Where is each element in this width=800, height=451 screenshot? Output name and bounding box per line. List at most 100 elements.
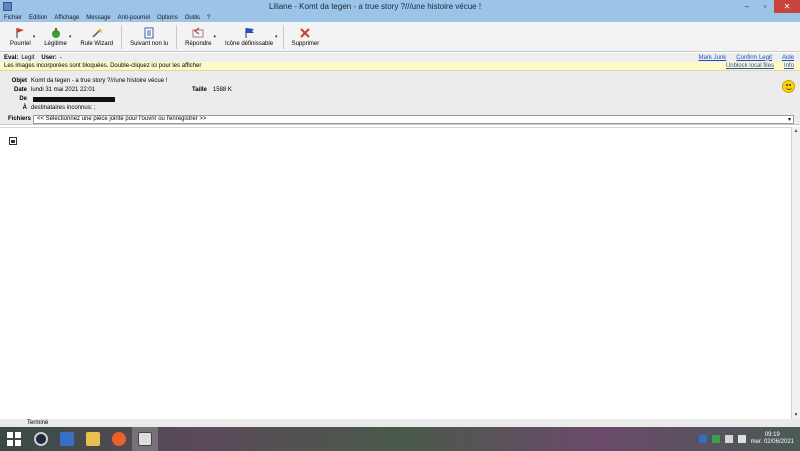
toolbar: Pourriel ▾ Légitime ▾ Rule Wizard Suivan… [0, 22, 800, 52]
flag-icon [243, 27, 255, 39]
mark-junk-link[interactable]: Mark Junk [699, 55, 727, 61]
infobar-links: Unblock local files Info [726, 63, 800, 69]
tray-status-icon[interactable] [711, 435, 720, 443]
date-label: Date [13, 87, 27, 93]
firefox-icon [112, 432, 126, 446]
menu-message[interactable]: Message [86, 15, 110, 21]
rule-wizard-button[interactable]: Rule Wizard [74, 23, 119, 51]
menu-outils[interactable]: Outils [185, 15, 200, 21]
toolbar-separator [282, 24, 284, 49]
legit-button[interactable]: Légitime [38, 23, 73, 51]
to-row: À destinataires inconnus: ; [0, 104, 96, 112]
definable-icon-dropdown-icon[interactable]: ▾ [275, 34, 278, 40]
definable-icon-button-label: Icône définissable [225, 40, 274, 47]
redacted-sender [33, 96, 115, 102]
definable-icon-button[interactable]: Icône définissable [219, 23, 279, 51]
next-unread-button[interactable]: Suivant non lu [124, 23, 174, 51]
size-label: Taille [192, 87, 207, 93]
blocked-image-icon[interactable] [9, 137, 17, 145]
date-value: lundi 31 mai 2021 22:01 [31, 87, 96, 93]
status-bar: Terminé [0, 419, 800, 427]
delete-button[interactable]: Supprimer [286, 23, 326, 51]
title-bar: Liliane - Komt da tegen - a true story ?… [0, 0, 800, 13]
user-value: - [59, 54, 62, 61]
spam-dropdown-icon[interactable]: ▾ [33, 34, 36, 40]
system-tray: 09:19 mer. 02/06/2021 [698, 432, 800, 446]
legit-icon [50, 27, 62, 39]
to-value: destinataires inconnus: ; [31, 105, 96, 111]
next-unread-icon [143, 27, 155, 39]
taskbar-clock[interactable]: 09:19 mer. 02/06/2021 [751, 432, 794, 446]
vertical-scrollbar[interactable]: ▲ ▼ [791, 127, 800, 419]
menu-affichage[interactable]: Affichage [54, 15, 79, 21]
close-button[interactable]: ✕ [774, 0, 800, 13]
subject-label: Objet [11, 78, 27, 84]
app-icon[interactable] [3, 2, 12, 11]
menu-bar: Fichier Edition Affichage Message Anti-p… [0, 13, 800, 22]
user-label: User: [41, 54, 57, 61]
message-header: Objet Komt da tegen - a true story ?///u… [0, 71, 800, 114]
eval-bar: Eval: Legit User: - Mark Junk Confirm Le… [0, 53, 800, 62]
message-body[interactable] [0, 127, 791, 419]
rule-wizard-button-label: Rule Wizard [80, 40, 114, 47]
legit-dropdown-icon[interactable]: ▾ [69, 34, 72, 40]
windows-logo-icon [7, 432, 21, 446]
window-title: Liliane - Komt da tegen - a true story ?… [268, 2, 482, 11]
clock-time: 09:19 [764, 432, 780, 438]
folder-icon [86, 432, 100, 446]
tray-volume-icon[interactable] [737, 435, 746, 443]
size-value: 1588 K [212, 87, 232, 93]
toolbar-separator [121, 24, 123, 49]
eval-status: Eval: Legit User: - [4, 55, 62, 61]
eval-links: Mark Junk Confirm Legit Aide [699, 55, 800, 61]
menu-edition[interactable]: Edition [29, 15, 47, 21]
spam-button-label: Pourriel [10, 40, 31, 47]
clock-date: mer. 02/06/2021 [750, 439, 794, 445]
from-row: De [0, 95, 115, 103]
from-label: De [19, 96, 27, 102]
blocked-images-text[interactable]: Les images incorporées sont bloquées. Do… [4, 63, 201, 69]
tray-app-icon[interactable] [698, 435, 707, 443]
legit-button-label: Légitime [44, 40, 67, 47]
minimize-button[interactable]: – [738, 0, 756, 13]
attachments-label: Fichiers [8, 116, 32, 122]
reply-dropdown-icon[interactable]: ▾ [213, 34, 216, 40]
wand-icon [91, 27, 103, 39]
start-button[interactable] [0, 427, 28, 451]
maximize-button[interactable]: ▫ [756, 0, 774, 13]
network-app-icon [60, 432, 74, 446]
size-row: Taille 1588 K [192, 86, 232, 94]
taskbar-network-app[interactable] [54, 427, 80, 451]
taskbar: 09:19 mer. 02/06/2021 [0, 427, 800, 451]
tray-network-icon[interactable] [724, 435, 733, 443]
info-link[interactable]: Info [784, 63, 794, 69]
scroll-down-icon[interactable]: ▼ [792, 411, 800, 419]
menu-anti-pourriel[interactable]: Anti-pourriel [118, 15, 150, 21]
eval-label: Eval: [4, 54, 19, 61]
attachments-select[interactable]: << Sélectionnez une pièce jointe pour l'… [33, 114, 794, 124]
toolbar-separator [176, 24, 178, 49]
delete-button-label: Supprimer [291, 40, 320, 47]
smiley-mouth [786, 87, 792, 90]
unblock-local-files-link[interactable]: Unblock local files [726, 63, 774, 69]
to-label: À [22, 105, 27, 111]
blocked-images-bar[interactable]: Les images incorporées sont bloquées. Do… [0, 62, 800, 71]
status-text: Terminé [27, 420, 49, 426]
menu-help[interactable]: ? [207, 15, 210, 21]
window-controls: – ▫ ✕ [738, 0, 800, 13]
eval-value: Legit [21, 54, 35, 61]
taskbar-mail-client[interactable] [132, 427, 158, 451]
chevron-down-icon[interactable]: ▾ [788, 116, 791, 123]
spam-flag-icon [14, 27, 26, 39]
scroll-up-icon[interactable]: ▲ [792, 127, 800, 135]
taskbar-firefox[interactable] [106, 427, 132, 451]
taskbar-file-explorer[interactable] [80, 427, 106, 451]
security-app-icon [34, 432, 48, 446]
confirm-legit-link[interactable]: Confirm Legit [736, 55, 772, 61]
menu-options[interactable]: Options [157, 15, 178, 21]
help-link[interactable]: Aide [782, 55, 794, 61]
taskbar-security-app[interactable] [28, 427, 54, 451]
subject-row: Objet Komt da tegen - a true story ?///u… [0, 77, 168, 85]
menu-fichier[interactable]: Fichier [4, 15, 22, 21]
reply-button[interactable]: Répondre [179, 23, 217, 51]
